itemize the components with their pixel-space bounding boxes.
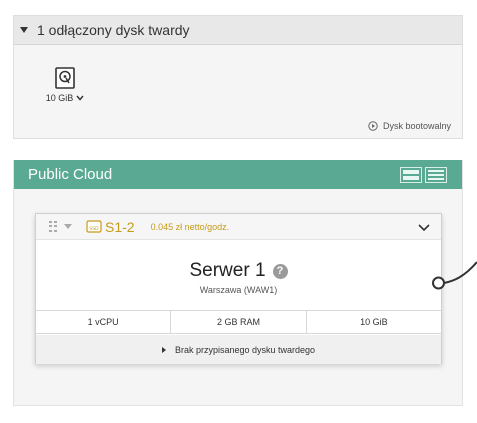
detached-disks-title: 1 odłączony dysk twardy [37, 22, 190, 38]
server-card-header: SSD S1-2 0.045 zł netto/godz. [36, 214, 441, 240]
collapse-triangle-icon [20, 27, 28, 33]
server-plan: S1-2 [105, 218, 135, 235]
server-location: Warszawa (WAW1) [199, 285, 278, 295]
view-list-icon [428, 174, 444, 176]
disk-size-dropdown[interactable]: 10 GiB [45, 93, 85, 103]
chevron-down-icon[interactable] [418, 221, 430, 233]
view-list-button[interactable] [425, 167, 447, 183]
drag-handle-icon[interactable] [49, 220, 57, 233]
view-large-button[interactable] [400, 167, 422, 183]
spec-disk: 10 GiB [360, 317, 388, 327]
disk-size-label: 10 GiB [45, 93, 74, 103]
ssd-icon: SSD [86, 220, 102, 233]
view-large-icon [403, 176, 419, 180]
server-menu-caret-icon[interactable] [64, 224, 72, 229]
public-cloud-header: Public Cloud [14, 160, 462, 189]
spec-cpu: 1 vCPU [36, 311, 172, 333]
server-name[interactable]: Serwer 1 [189, 260, 265, 282]
server-name-row: Serwer 1 ? [36, 260, 441, 282]
view-list-icon [428, 170, 444, 172]
no-disk-assigned-toggle[interactable]: Brak przypisanego dysku twardego [36, 335, 441, 364]
svg-text:SSD: SSD [89, 226, 99, 232]
boot-icon [368, 121, 378, 131]
chevron-down-icon [76, 95, 84, 101]
bootable-disk-label: Dysk bootowalny [382, 121, 451, 131]
detached-disk-item[interactable]: 10 GiB [45, 66, 85, 103]
server-price: 0.045 zł netto/godz. [150, 221, 230, 232]
public-cloud-panel: Public Cloud SSD S1-2 0.045 zł netto/god… [13, 160, 463, 406]
help-icon[interactable]: ? [272, 263, 288, 279]
public-cloud-title: Public Cloud [28, 166, 113, 183]
network-port-connector[interactable] [430, 261, 477, 301]
view-list-icon [428, 178, 444, 180]
no-disk-label: Brak przypisanego dysku twardego [174, 344, 316, 355]
detached-disks-toggle[interactable]: 1 odłączony dysk twardy [14, 16, 462, 45]
bootable-disk-legend: Dysk bootowalny [368, 121, 451, 131]
server-card[interactable]: SSD S1-2 0.045 zł netto/godz. Serwer 1 ?… [35, 213, 442, 364]
hard-disk-icon [55, 67, 75, 89]
server-specs: 1 vCPU 2 GB RAM 10 GiB [36, 310, 441, 334]
detached-disks-panel: 1 odłączony dysk twardy 10 GiB Dysk boot… [13, 15, 463, 139]
view-large-icon [403, 170, 419, 174]
spec-ram: 2 GB RAM [171, 311, 307, 333]
expand-triangle-icon [161, 346, 166, 353]
